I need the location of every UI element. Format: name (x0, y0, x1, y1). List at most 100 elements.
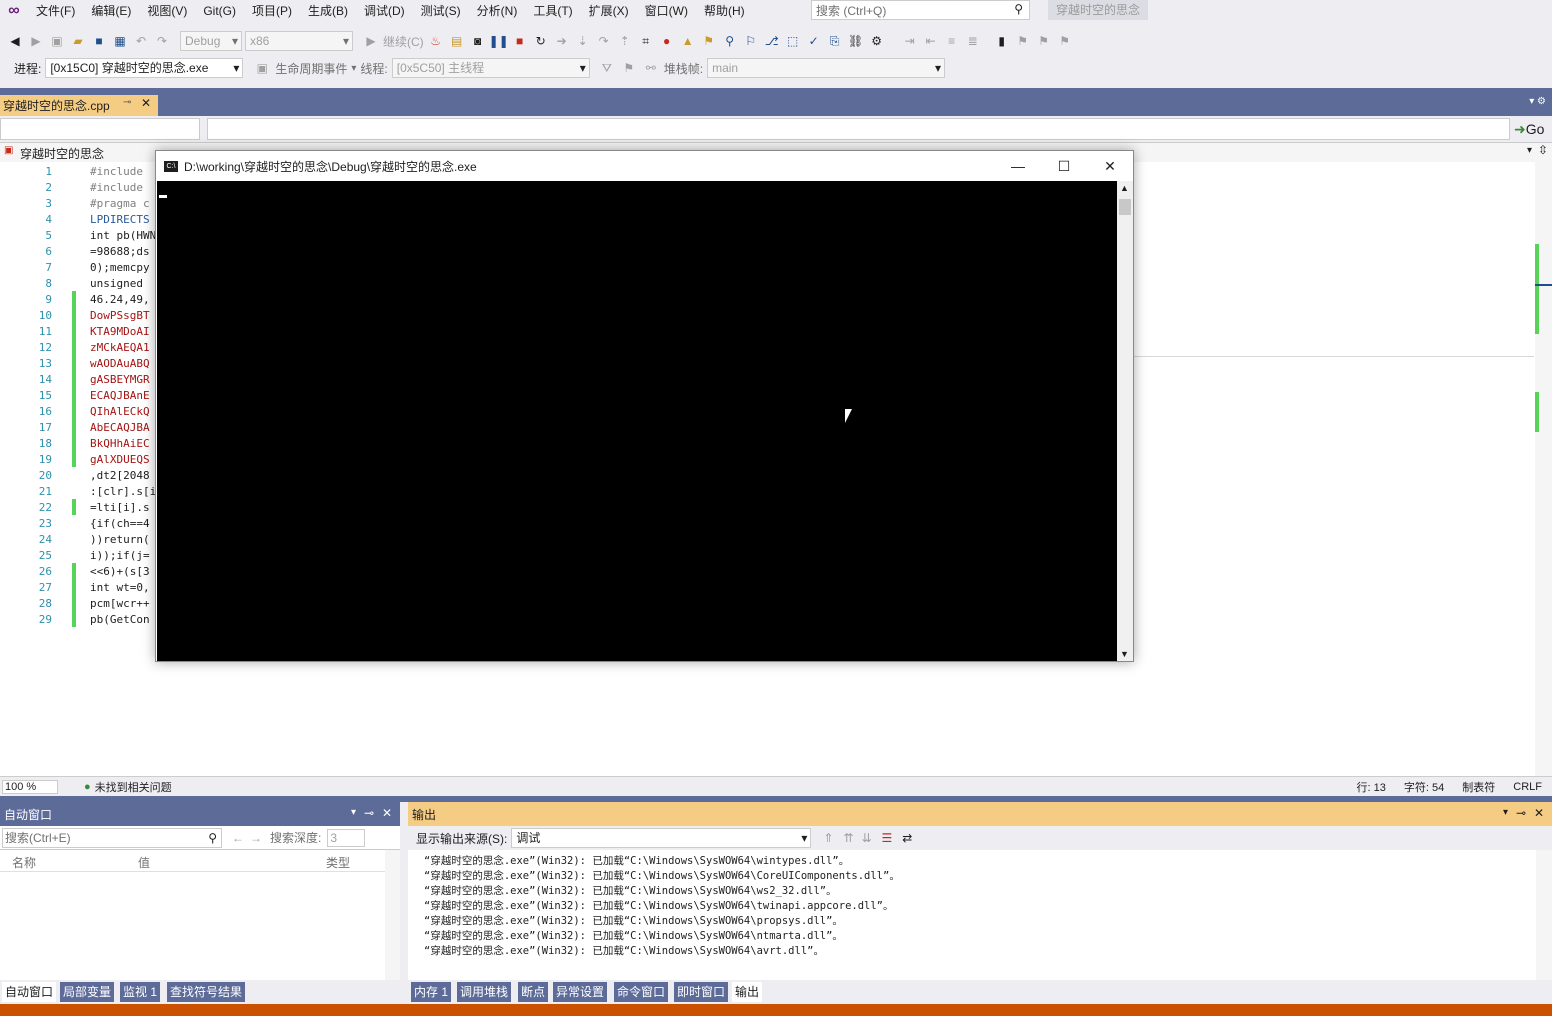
code-line[interactable]: 46.24,49, (90, 292, 156, 308)
depth-dropdown[interactable]: 3 (327, 828, 366, 847)
stop-icon[interactable]: ■ (511, 32, 529, 50)
settings-tool-icon[interactable]: ⚙ (868, 32, 886, 50)
visual-studio-logo-icon[interactable]: ∞ (0, 0, 28, 22)
search-box[interactable]: 搜索 (Ctrl+Q) ⚲ (811, 0, 1030, 20)
thread-tool-icon[interactable]: ▲ (679, 32, 697, 50)
code-line[interactable]: gAlXDUEQS (90, 452, 156, 468)
lifecycle-chevron-down-icon[interactable]: ▾ (351, 63, 356, 74)
output-chevron-down-icon[interactable]: ▾ (1503, 807, 1508, 818)
code-line[interactable]: int pb(HWN (90, 228, 156, 244)
code-line[interactable]: #pragma c (90, 196, 156, 212)
pin-icon[interactable]: ⊸ (123, 97, 131, 108)
bottom-tab[interactable]: 异常设置 (553, 982, 608, 1002)
scroll-up-icon[interactable]: ▲ (1120, 183, 1129, 193)
word-wrap-icon[interactable]: ⇄ (902, 831, 912, 845)
console-scrollbar[interactable]: ▲ ▼ (1117, 181, 1133, 661)
find-tool-icon[interactable]: ⚲ (721, 32, 739, 50)
bookmark-tool-icon[interactable]: ⚐ (742, 32, 760, 50)
code-line[interactable]: ,dt2[2048 (90, 468, 156, 484)
code-line[interactable]: ))return( (90, 532, 156, 548)
menu-item[interactable]: 窗口(W) (637, 0, 696, 22)
link-tool-icon[interactable]: ⛓ (847, 32, 865, 50)
code-line[interactable]: =98688;ds (90, 244, 156, 260)
code-line[interactable]: QIhAlECkQ (90, 404, 156, 420)
col-name[interactable]: 名称 (12, 854, 36, 871)
console-title-bar[interactable]: C:\ D:\working\穿越时空的思念\Debug\穿越时空的思念.exe… (156, 151, 1133, 181)
project-scope[interactable]: 穿越时空的思念 (20, 145, 104, 162)
pause-icon[interactable]: ❚❚ (489, 32, 509, 50)
code-line[interactable]: LPDIRECTS (90, 212, 156, 228)
screenshot-icon[interactable]: ◙ (469, 32, 487, 50)
scroll-down-icon[interactable]: ▼ (1120, 649, 1129, 659)
copy-tool-icon[interactable]: ⎘ (826, 32, 844, 50)
code-line[interactable]: ECAQJBAnE (90, 388, 156, 404)
minimize-icon[interactable]: — (995, 151, 1041, 181)
hot-reload-icon[interactable]: ♨ (427, 32, 445, 50)
stackframe-dropdown[interactable]: main (707, 58, 946, 78)
autos-search-icon[interactable]: ⚲ (208, 829, 217, 847)
autos-title-bar[interactable]: 自动窗口 ✕ ⊸ ▾ (0, 802, 400, 826)
next-bookmark-icon[interactable]: ⚑ (1035, 32, 1053, 50)
undo-icon[interactable]: ↶ (132, 32, 150, 50)
close-icon[interactable]: ✕ (1087, 151, 1133, 181)
code-line[interactable]: pcm[wcr++ (90, 596, 156, 612)
issues-status[interactable]: 未找到相关问题 (95, 779, 172, 795)
branch-tool-icon[interactable]: ⎇ (763, 32, 781, 50)
comment-icon[interactable]: ≡ (943, 32, 961, 50)
code-line[interactable]: zMCkAEQA1 (90, 340, 156, 356)
autos-close-icon[interactable]: ✕ (382, 806, 392, 820)
lifecycle-events-button[interactable]: 生命周期事件 (275, 60, 347, 77)
code-line[interactable]: gASBEYMGR (90, 372, 156, 388)
scroll-thumb[interactable] (1119, 199, 1131, 215)
flag-thread-icon[interactable]: ⚑ (620, 59, 638, 77)
menu-item[interactable]: 分析(N) (469, 0, 526, 22)
save-all-icon[interactable]: ▦ (111, 32, 129, 50)
console-window[interactable]: C:\ D:\working\穿越时空的思念\Debug\穿越时空的思念.exe… (155, 150, 1134, 662)
process-dropdown[interactable]: [0x15C0] 穿越时空的思念.exe (45, 58, 244, 78)
prev-bookmark-icon[interactable]: ⚑ (1014, 32, 1032, 50)
go-button[interactable]: ➜ Go (1514, 118, 1550, 140)
code-line[interactable]: unsigned (90, 276, 156, 292)
menu-item[interactable]: 项目(P) (244, 0, 300, 22)
code-line[interactable]: DowPSsgBT (90, 308, 156, 324)
code-line[interactable]: int wt=0, (90, 580, 156, 596)
tab-source-file[interactable]: 穿越时空的思念.cpp ⊸ ✕ (0, 95, 158, 116)
bottom-tab[interactable]: 自动窗口 (2, 982, 57, 1002)
split-icon[interactable]: ⇳ (1538, 143, 1548, 157)
code-line[interactable]: BkQHhAiEC (90, 436, 156, 452)
continue-icon[interactable]: ▶ (362, 32, 380, 50)
menu-item[interactable]: 扩展(X) (581, 0, 637, 22)
clear-bookmarks-icon[interactable]: ⚑ (1056, 32, 1074, 50)
show-flagged-icon[interactable]: ⚯ (642, 59, 660, 77)
next-message-icon[interactable]: ⇊ (861, 831, 871, 845)
autos-scrollbar[interactable] (385, 850, 400, 980)
hex-icon[interactable]: ⌗ (637, 32, 655, 50)
menu-item[interactable]: 测试(S) (413, 0, 469, 22)
output-text[interactable]: “穿越时空的思念.exe”(Win32): 已加载“C:\Windows\Sys… (408, 850, 1552, 974)
autos-back-icon[interactable]: ← (232, 831, 244, 845)
check-tool-icon[interactable]: ✓ (805, 32, 823, 50)
redo-icon[interactable]: ↷ (153, 32, 171, 50)
clear-all-icon[interactable]: ☰ (882, 831, 893, 845)
menu-item[interactable]: 帮助(H) (696, 0, 753, 22)
bottom-tab[interactable]: 输出 (732, 982, 763, 1002)
code-line[interactable]: AbECAQJBA (90, 420, 156, 436)
tab-list-chevron-down-icon[interactable]: ▾ ⚙ (1529, 96, 1546, 107)
autos-pin-icon[interactable]: ⊸ (364, 806, 374, 820)
bottom-tab[interactable]: 即时窗口 (674, 982, 729, 1002)
bottom-tab[interactable]: 调用堆栈 (457, 982, 512, 1002)
restart-icon[interactable]: ↻ (532, 32, 550, 50)
diagnostics-icon[interactable]: ▤ (448, 32, 466, 50)
step-into-icon[interactable]: ⇣ (574, 32, 592, 50)
autos-search-input[interactable]: 搜索(Ctrl+E) ⚲ (2, 827, 222, 848)
scope-chevron-down-icon[interactable]: ▾ (1527, 145, 1532, 156)
code-line[interactable]: =lti[i].s (90, 500, 156, 516)
code-line[interactable]: <<6)+(s[3 (90, 564, 156, 580)
menu-item[interactable]: 生成(B) (300, 0, 356, 22)
symbol-dropdown[interactable] (207, 118, 1510, 140)
new-item-icon[interactable]: ▣ (48, 32, 66, 50)
menu-item[interactable]: Git(G) (195, 0, 244, 22)
output-close-icon[interactable]: ✕ (1534, 806, 1544, 820)
code-line[interactable]: KTA9MDoAI (90, 324, 156, 340)
code-line[interactable]: #include (90, 164, 156, 180)
